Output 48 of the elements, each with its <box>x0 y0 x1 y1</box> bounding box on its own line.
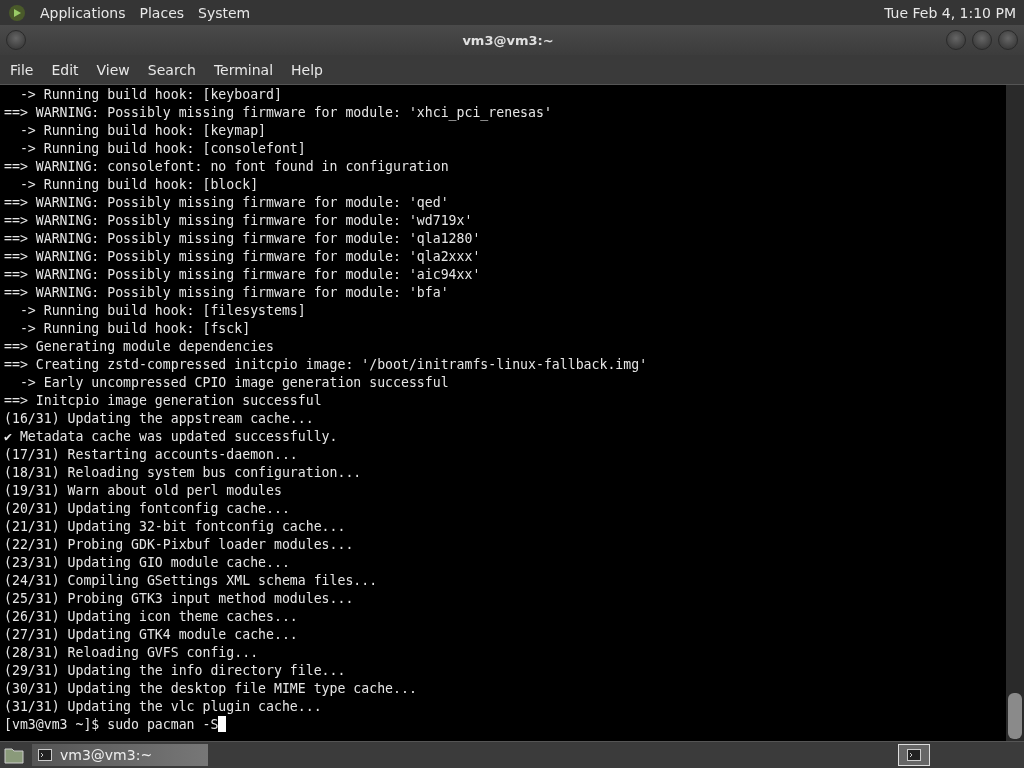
terminal-line: -> Running build hook: [filesystems] <box>18 303 306 318</box>
terminal-line: (27/31) Updating GTK4 module cache... <box>4 627 298 642</box>
window-title: vm3@vm3:~ <box>461 32 554 48</box>
terminal-line: ==> Initcpio image generation successful <box>4 393 322 408</box>
clock[interactable]: Tue Feb 4, 1:10 PM <box>884 4 1016 21</box>
terminal-line: ✔ Metadata cache was updated successfully. <box>4 429 338 444</box>
menu-item[interactable]: Edit <box>45 61 91 78</box>
menu-item[interactable]: View <box>90 61 142 78</box>
terminal-line: -> Running build hook: [fsck] <box>18 321 251 336</box>
terminal-line: ==> WARNING: Possibly missing firmware for module: 'qla1280' <box>4 231 481 246</box>
menu-item[interactable]: File <box>4 61 46 78</box>
terminal-line: ==> WARNING: consolefont: no font found in configuration <box>4 159 449 174</box>
terminal-line: (31/31) Updating the vlc plugin cache... <box>4 699 322 714</box>
terminal-line: (26/31) Updating icon theme caches... <box>4 609 298 624</box>
terminal-line: (17/31) Restarting accounts-daemon... <box>4 447 298 462</box>
terminal-line: (21/31) Updating 32-bit fontconfig cache... <box>4 519 346 534</box>
terminal-line: (29/31) Updating the info directory file... <box>4 663 346 678</box>
terminal-line: ==> WARNING: Possibly missing firmware for module: 'qed' <box>4 195 449 210</box>
terminal-line: (20/31) Updating fontconfig cache... <box>4 501 290 516</box>
menu-item[interactable]: Search <box>141 61 208 78</box>
panel-menu[interactable]: Places <box>139 4 185 21</box>
taskbar-button[interactable]: vm3@vm3:~ <box>32 744 208 766</box>
terminal-line: (18/31) Reloading system bus configuration... <box>4 465 362 480</box>
terminal-line: -> Running build hook: [block] <box>18 177 259 192</box>
terminal-line: ==> WARNING: Possibly missing firmware for module: 'aic94xx' <box>4 267 481 282</box>
terminal-line: (30/31) Updating the desktop file MIME type cache... <box>4 681 417 696</box>
terminal-line: (23/31) Updating GIO module cache... <box>4 555 290 570</box>
terminal-line: -> Running build hook: [keymap] <box>18 123 266 138</box>
panel-menu[interactable]: Applications <box>40 4 126 21</box>
terminal-line: ==> WARNING: Possibly missing firmware for module: 'bfa' <box>4 285 449 300</box>
menu-item[interactable]: Help <box>285 61 335 78</box>
menu-item[interactable]: Terminal <box>207 61 286 78</box>
terminal-line: ==> Generating module dependencies <box>4 339 274 354</box>
terminal-line: (22/31) Probing GDK-Pixbuf loader modules... <box>4 537 354 552</box>
terminal-line: ==> WARNING: Possibly missing firmware for module: 'wd719x' <box>4 213 473 228</box>
terminal-line: ==> WARNING: Possibly missing firmware for module: 'xhci_pci_renesas' <box>4 105 552 120</box>
terminal-line: ==> Creating zstd-compressed initcpio image: '/boot/initramfs-linux-fallback.img' <box>4 357 648 372</box>
panel-menu[interactable]: System <box>198 4 251 21</box>
terminal-line: -> Early uncompressed CPIO image generation successful <box>18 375 449 390</box>
terminal-line: -> Running build hook: [keyboard] <box>18 87 282 102</box>
terminal-line: ==> WARNING: Possibly missing firmware for module: 'qla2xxx' <box>4 249 481 264</box>
terminal-prompt: [vm3@vm3 ~]$ sudo pacman -S <box>4 717 219 732</box>
terminal-line: (25/31) Probing GTK3 input method modules... <box>4 591 354 606</box>
terminal-line: (28/31) Reloading GVFS config... <box>4 645 259 660</box>
terminal-line: (19/31) Warn about old perl modules <box>4 483 282 498</box>
terminal-line: (24/31) Compiling GSettings XML schema files... <box>4 573 378 588</box>
terminal-line: (16/31) Updating the appstream cache... <box>4 411 314 426</box>
terminal-line: -> Running build hook: [consolefont] <box>18 141 306 156</box>
